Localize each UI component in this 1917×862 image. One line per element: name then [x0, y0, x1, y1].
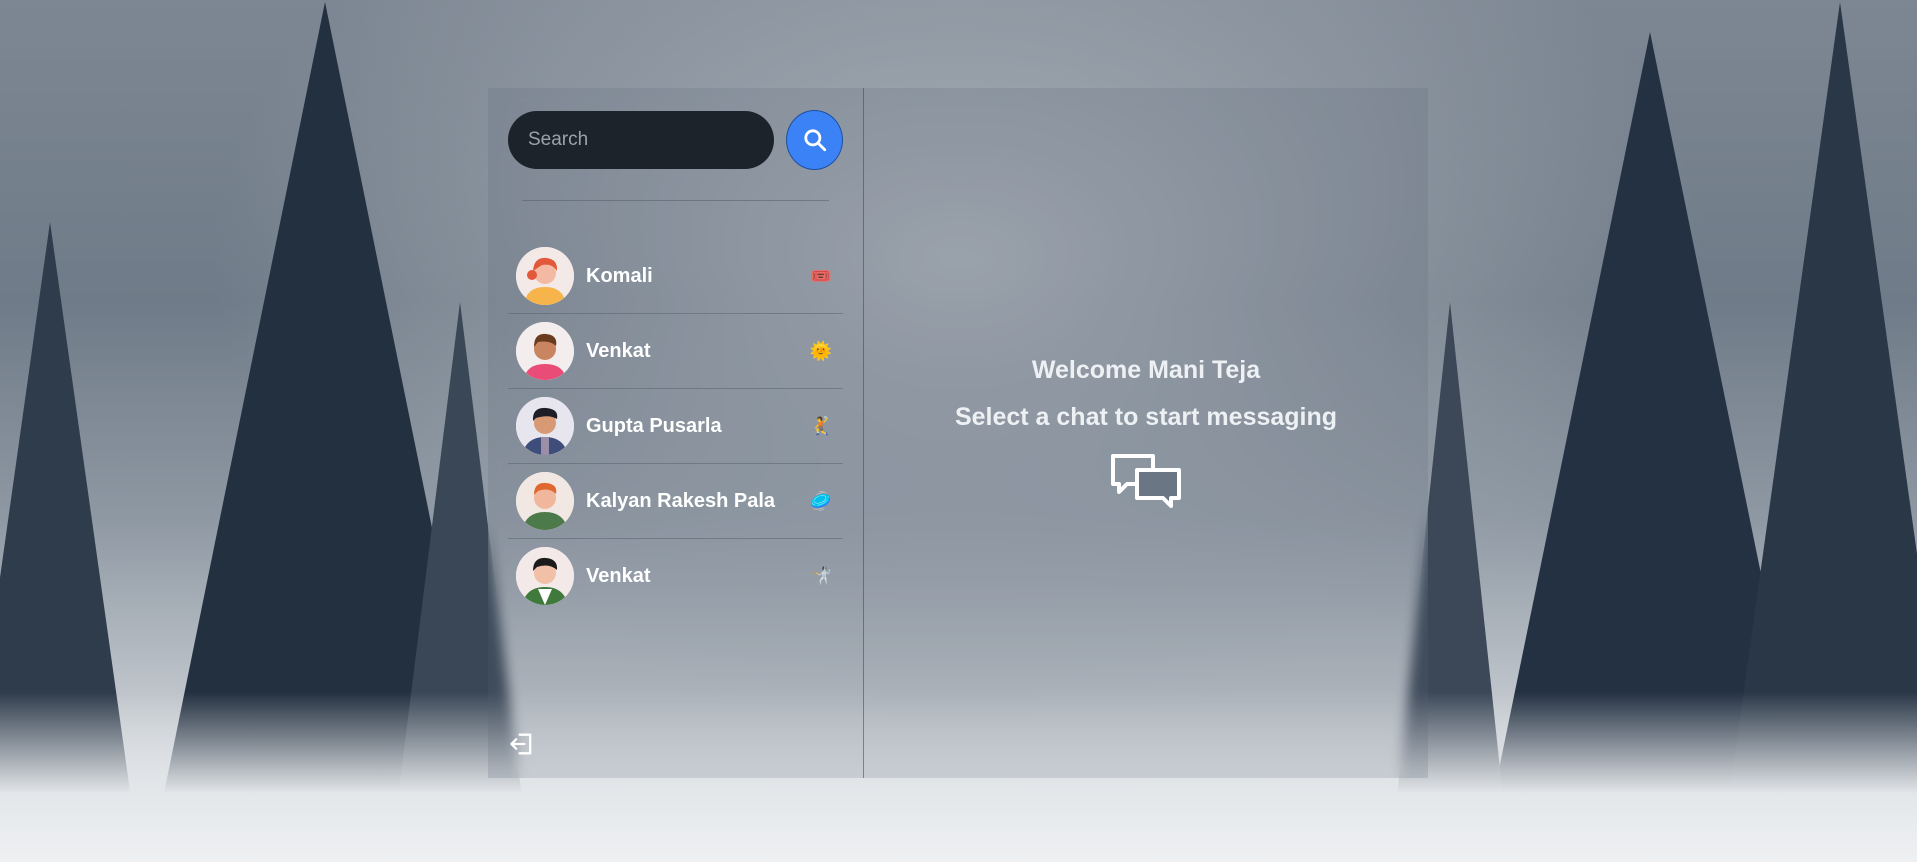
sidebar: Komali 🎟️ Venkat 🌞: [488, 88, 864, 778]
logout-button[interactable]: [508, 730, 536, 758]
conversation-item[interactable]: Gupta Pusarla 🤾: [508, 389, 843, 464]
status-emoji: 🌞: [809, 340, 833, 361]
divider: [522, 200, 829, 201]
avatar: [516, 472, 574, 530]
conversation-name: Venkat: [586, 564, 651, 587]
status-emoji: 🤾: [809, 415, 833, 436]
logout-icon: [510, 733, 532, 755]
conversation-item[interactable]: Venkat 🤺: [508, 539, 843, 613]
search-icon: [803, 129, 826, 152]
conversation-name: Kalyan Rakesh Pala: [586, 489, 775, 512]
welcome-subtitle: Select a chat to start messaging: [954, 403, 1338, 431]
conversation-item[interactable]: Komali 🎟️: [508, 239, 843, 314]
avatar: [516, 547, 574, 605]
status-emoji: 🥏: [809, 490, 833, 511]
conversation-item[interactable]: Kalyan Rakesh Pala 🥏: [508, 464, 843, 539]
chat-bubbles-icon: [1111, 454, 1181, 508]
conversation-name: Komali: [586, 264, 653, 287]
conversation-item[interactable]: Venkat 🌞: [508, 314, 843, 389]
status-emoji: 🎟️: [809, 265, 833, 286]
avatar: [516, 322, 574, 380]
avatar: [516, 397, 574, 455]
welcome-heading: Welcome Mani Teja: [1031, 356, 1261, 384]
welcome-panel: Welcome Mani Teja Select a chat to start…: [864, 88, 1428, 778]
search-input[interactable]: [508, 111, 774, 169]
avatar: [516, 247, 574, 305]
chat-app: Komali 🎟️ Venkat 🌞: [488, 88, 1428, 778]
search-button[interactable]: [786, 110, 843, 170]
conversation-name: Gupta Pusarla: [586, 414, 722, 437]
conversation-list: Komali 🎟️ Venkat 🌞 Gupta Pusarla 🤾 Kalya…: [508, 239, 843, 613]
status-emoji: 🤺: [809, 565, 833, 586]
search-bar: [508, 110, 843, 170]
conversation-name: Venkat: [586, 339, 651, 362]
